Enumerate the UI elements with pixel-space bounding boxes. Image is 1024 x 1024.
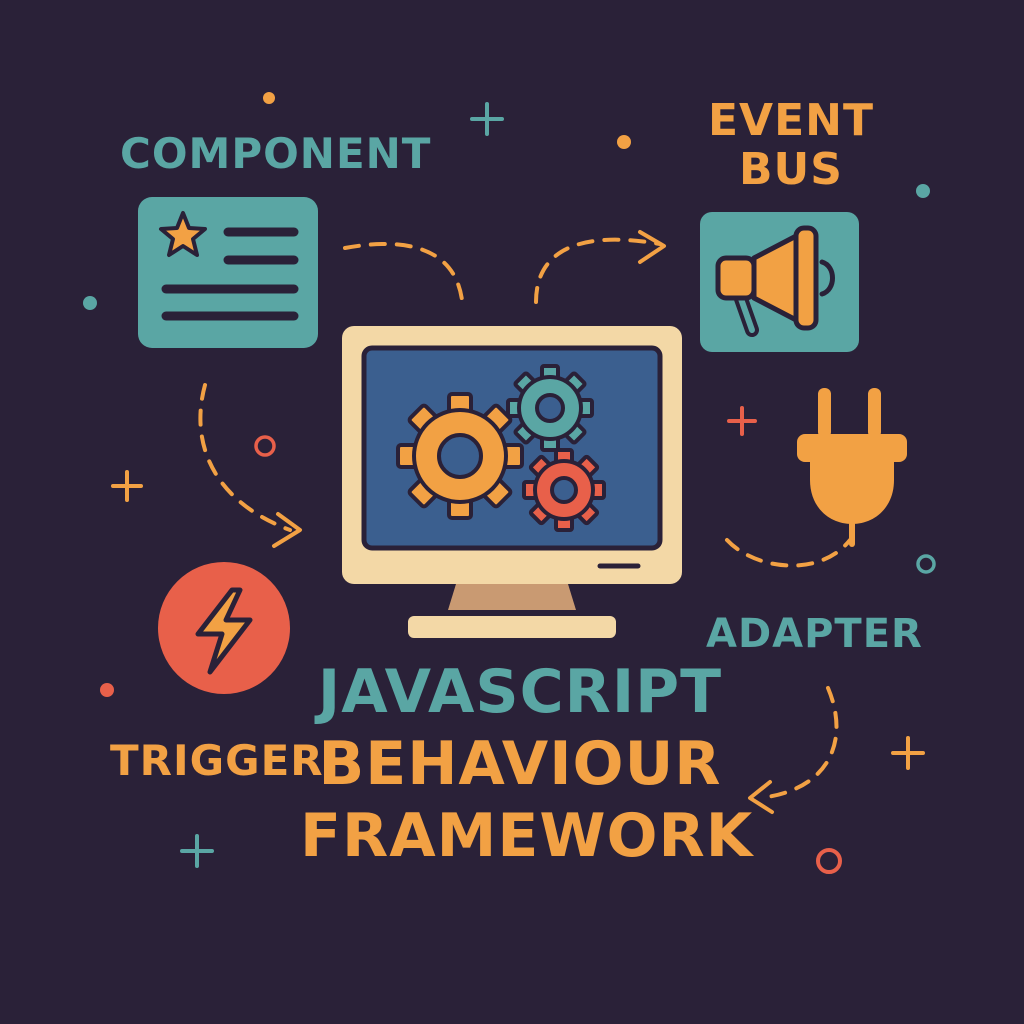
arrow-component-to-monitor (198, 383, 292, 532)
arrow-adapter-loop (725, 538, 852, 568)
arrowhead (748, 780, 774, 814)
ring-decoration (916, 554, 936, 574)
gear-icon (396, 392, 524, 520)
plus-decoration (470, 102, 504, 136)
event-bus-label-line1: EVENT (708, 95, 875, 146)
diagram-canvas: COMPONENT EVENT BUS ADAPTER TRIGGER JAVA… (0, 0, 1024, 1024)
arrow-center-to-eventbus (534, 237, 662, 304)
megaphone-icon (700, 212, 859, 352)
dot-decoration (263, 92, 275, 104)
event-bus-label: EVENT BUS (708, 96, 874, 195)
adapter-label: ADAPTER (706, 611, 923, 657)
arrow-component-to-center (343, 241, 464, 302)
trigger-label: TRIGGER (110, 736, 324, 785)
plus-decoration (111, 470, 143, 502)
arrowhead (638, 230, 666, 264)
dot-decoration (617, 135, 631, 149)
event-bus-label-line2: BUS (739, 144, 843, 196)
component-label: COMPONENT (120, 129, 432, 178)
diagram-title: JAVASCRIPT BEHAVIOUR FRAMEWORK (300, 657, 754, 878)
title-line3: FRAMEWORK (300, 801, 754, 871)
lightning-icon (158, 562, 290, 694)
title-line1: JAVASCRIPT (317, 657, 723, 727)
title-line2: BEHAVIOUR (318, 729, 722, 799)
monitor-gears-icon (342, 326, 682, 638)
ring-decoration (254, 435, 276, 457)
ring-decoration (816, 848, 842, 874)
gear-icon (522, 448, 606, 532)
plug-icon (797, 388, 907, 547)
plus-decoration (727, 406, 757, 436)
component-card-icon (138, 197, 318, 348)
gear-icon (506, 364, 594, 452)
dot-decoration (100, 683, 114, 697)
plus-decoration (891, 736, 925, 770)
dot-decoration (83, 296, 97, 310)
dot-decoration (916, 184, 930, 198)
plus-decoration (180, 834, 214, 868)
